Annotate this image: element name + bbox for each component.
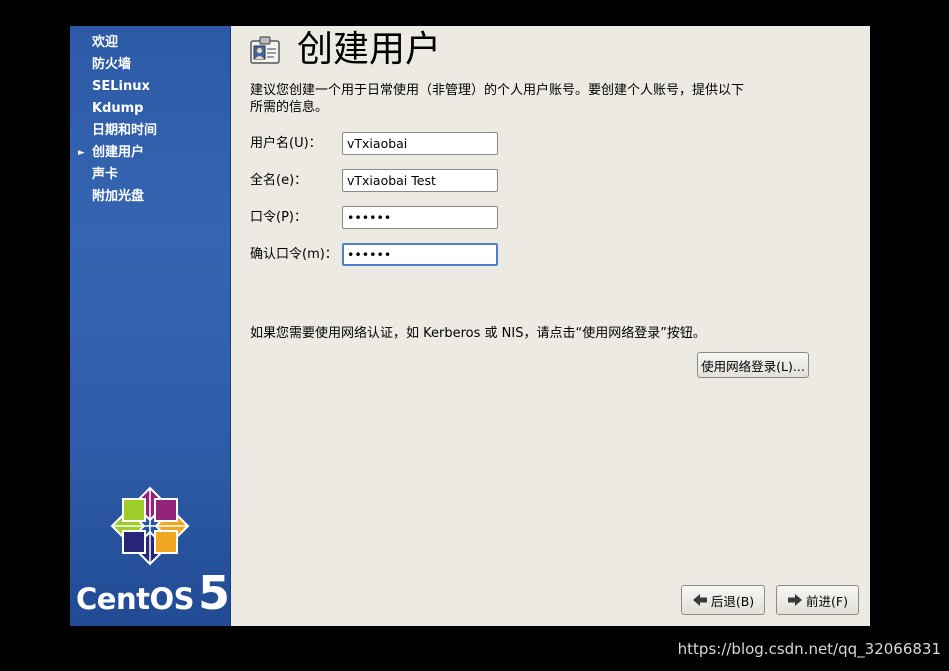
- confirm-password-label: 确认口令(m)：: [250, 247, 338, 262]
- sidebar-item-label: Kdump: [92, 101, 144, 116]
- centos-brand: CentOS5: [76, 566, 230, 620]
- sidebar-item-additional-cds[interactable]: 附加光盘: [70, 186, 230, 208]
- main-panel: 创建用户 建议您创建一个用于日常使用（非管理）的个人用户账号。要创建个人账号，提…: [231, 26, 870, 626]
- sidebar-item-label: 附加光盘: [92, 189, 145, 204]
- sidebar-item-create-user[interactable]: ► 创建用户: [70, 142, 230, 164]
- user-badge-icon: [250, 36, 280, 64]
- sidebar-item-soundcard[interactable]: 声卡: [70, 164, 230, 186]
- confirm-password-input[interactable]: [342, 243, 498, 266]
- brand-word: CentOS: [76, 582, 195, 616]
- back-button[interactable]: 后退(B): [681, 585, 765, 615]
- network-login-note: 如果您需要使用网络认证，如 Kerberos 或 NIS，请点击“使用网络登录”…: [250, 326, 706, 341]
- sidebar-item-selinux[interactable]: SELinux: [70, 76, 230, 98]
- centos-logo-icon: [110, 486, 190, 566]
- current-step-arrow-icon: ►: [78, 148, 85, 158]
- fullname-label: 全名(e)：: [250, 173, 308, 188]
- password-label: 口令(P)：: [250, 210, 307, 225]
- sidebar-item-welcome[interactable]: 欢迎: [70, 32, 230, 54]
- network-login-button[interactable]: 使用网络登录(L)...: [697, 352, 809, 378]
- sidebar-nav: 欢迎 防火墙 SELinux Kdump 日期和时间 ► 创建用户 声卡 附加光盘: [70, 32, 230, 208]
- fullname-input[interactable]: [342, 169, 498, 192]
- username-label: 用户名(U)：: [250, 136, 322, 151]
- firstboot-window: 欢迎 防火墙 SELinux Kdump 日期和时间 ► 创建用户 声卡 附加光盘: [70, 26, 870, 626]
- sidebar-item-label: 欢迎: [92, 35, 119, 50]
- arrow-right-icon: [788, 594, 803, 606]
- back-button-label: 后退(B): [710, 593, 755, 609]
- password-input[interactable]: [342, 206, 498, 229]
- brand-number: 5: [198, 566, 231, 620]
- description-text: 建议您创建一个用于日常使用（非管理）的个人用户账号。要创建个人账号，提供以下所需…: [250, 83, 745, 115]
- username-input[interactable]: [342, 132, 498, 155]
- sidebar-item-kdump[interactable]: Kdump: [70, 98, 230, 120]
- sidebar: 欢迎 防火墙 SELinux Kdump 日期和时间 ► 创建用户 声卡 附加光盘: [70, 26, 231, 626]
- forward-button-label: 前进(F): [806, 593, 848, 609]
- network-login-button-label: 使用网络登录(L)...: [701, 358, 805, 374]
- sidebar-item-label: 创建用户: [92, 145, 145, 160]
- sidebar-item-label: 声卡: [92, 167, 119, 182]
- arrow-left-icon: [692, 594, 707, 606]
- sidebar-item-label: SELinux: [92, 79, 150, 94]
- sidebar-item-datetime[interactable]: 日期和时间: [70, 120, 230, 142]
- sidebar-item-label: 日期和时间: [92, 123, 158, 138]
- sidebar-item-firewall[interactable]: 防火墙: [70, 54, 230, 76]
- sidebar-item-label: 防火墙: [92, 57, 132, 72]
- watermark-text: https://blog.csdn.net/qq_32066831: [677, 640, 941, 658]
- page-title: 创建用户: [297, 29, 442, 70]
- forward-button[interactable]: 前进(F): [776, 585, 859, 615]
